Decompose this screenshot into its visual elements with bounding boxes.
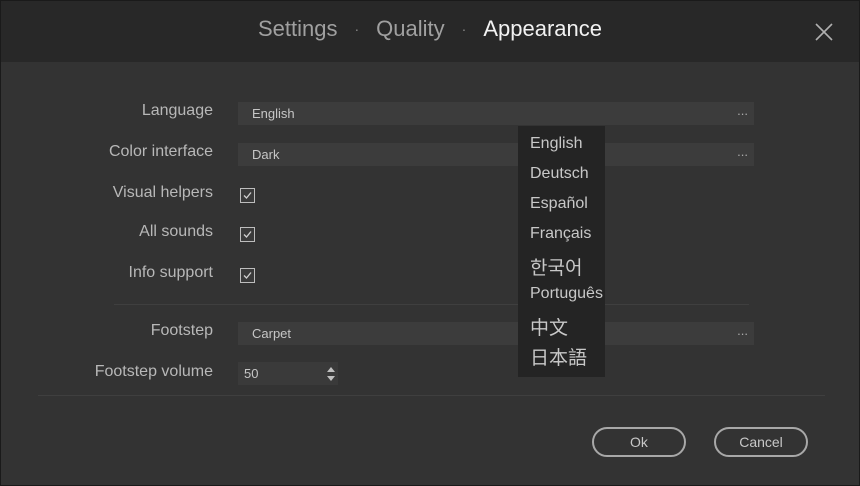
footstep-volume-value: 50 bbox=[244, 366, 259, 381]
up-down-arrows-icon[interactable] bbox=[326, 366, 336, 382]
tab-settings[interactable]: Settings bbox=[258, 16, 338, 42]
language-dropdown: English Deutsch Español Français 한국어 Por… bbox=[518, 126, 605, 377]
tab-appearance[interactable]: Appearance bbox=[483, 16, 602, 42]
visual-helpers-label: Visual helpers bbox=[112, 184, 213, 201]
color-interface-label: Color interface bbox=[108, 143, 213, 160]
checkmark-icon bbox=[243, 231, 252, 238]
ok-button[interactable]: Ok bbox=[592, 427, 686, 457]
dropdown-option-deutsch[interactable]: Deutsch bbox=[530, 165, 589, 183]
checkmark-icon bbox=[243, 272, 252, 279]
section-divider bbox=[114, 304, 749, 305]
dropdown-option-portugues[interactable]: Português bbox=[530, 285, 603, 303]
settings-window: Settings · Quality · Appearance Language Eng… bbox=[0, 0, 860, 486]
tab-separator: · bbox=[354, 21, 360, 38]
tab-separator: · bbox=[461, 21, 467, 38]
visual-helpers-checkbox[interactable] bbox=[240, 188, 255, 203]
footstep-select[interactable]: Carpet ... bbox=[238, 322, 754, 345]
all-sounds-label: All sounds bbox=[139, 223, 213, 240]
header-bar: Settings · Quality · Appearance bbox=[1, 1, 859, 62]
footstep-value: Carpet bbox=[252, 326, 292, 341]
dropdown-option-japanese[interactable]: 日本語 bbox=[530, 343, 587, 370]
color-interface-more-button[interactable]: ... bbox=[737, 140, 748, 163]
info-support-checkbox[interactable] bbox=[240, 268, 255, 283]
cancel-button[interactable]: Cancel bbox=[714, 427, 808, 457]
tab-strip: Settings · Quality · Appearance bbox=[1, 15, 859, 42]
checkmark-icon bbox=[243, 192, 252, 199]
tab-quality[interactable]: Quality bbox=[376, 16, 444, 42]
close-button[interactable] bbox=[813, 21, 835, 43]
footstep-volume-label: Footstep volume bbox=[94, 363, 213, 380]
language-select[interactable]: English ... bbox=[238, 102, 754, 125]
color-interface-select[interactable]: Dark ... bbox=[238, 143, 754, 166]
all-sounds-checkbox[interactable] bbox=[240, 227, 255, 242]
dropdown-option-francais[interactable]: Français bbox=[530, 225, 591, 243]
dropdown-option-english[interactable]: English bbox=[530, 135, 582, 153]
close-icon bbox=[815, 23, 833, 41]
language-more-button[interactable]: ... bbox=[737, 99, 748, 122]
footstep-more-button[interactable]: ... bbox=[737, 319, 748, 342]
dropdown-option-chinese[interactable]: 中文 bbox=[530, 313, 568, 340]
footstep-volume-stepper[interactable]: 50 bbox=[238, 362, 338, 385]
footer-divider bbox=[38, 395, 825, 396]
dropdown-option-espanol[interactable]: Español bbox=[530, 195, 588, 213]
footstep-label: Footstep bbox=[150, 322, 213, 339]
info-support-label: Info support bbox=[128, 264, 214, 281]
dropdown-option-korean[interactable]: 한국어 bbox=[530, 253, 582, 280]
color-interface-value: Dark bbox=[252, 147, 280, 162]
language-value: English bbox=[252, 106, 295, 121]
language-label: Language bbox=[141, 102, 213, 119]
